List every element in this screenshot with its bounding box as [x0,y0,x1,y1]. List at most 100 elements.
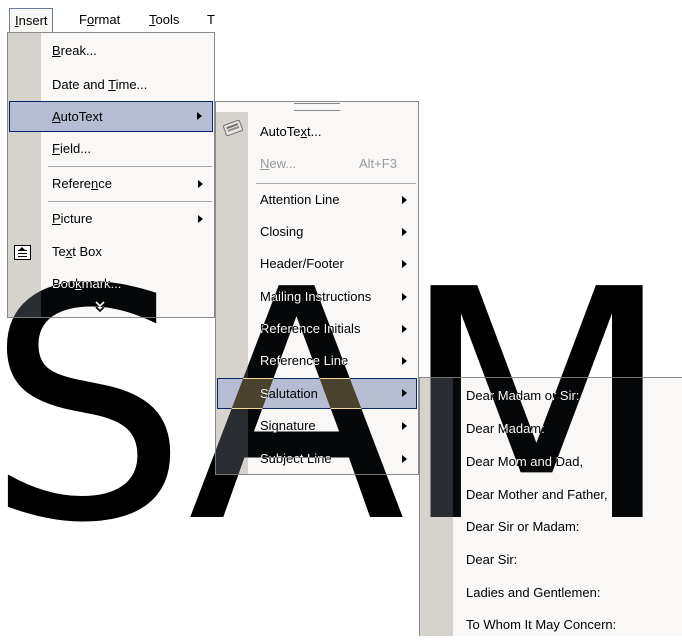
menu-item-label: Dear Mother and Father, [466,487,608,502]
menu-item-label: Dear Madam: [466,421,545,436]
lbl-post: reak... [60,43,97,58]
menu-item-break[interactable]: Break... [8,35,214,67]
menu-item-new-label: New... [260,148,296,180]
menu-tools-post: ools [155,12,180,27]
submenu-arrow-icon [402,293,407,301]
menu-tools[interactable]: Tools [145,9,183,31]
submenu-arrow-icon [402,228,407,236]
lbl-post: utoText [60,109,103,124]
menu-item-label: Subject Line [260,451,332,466]
lbl-pre: Te [52,244,66,259]
lbl-mn: N [260,156,270,171]
menu-item-autotext-dialog-label: AutoText... [260,116,321,148]
lbl-mn: B [52,43,61,58]
menu-table-post: T [207,12,215,27]
menu-item-header-footer[interactable]: Header/Footer [216,248,418,280]
menu-item-subject-line[interactable]: Subject Line [216,443,418,475]
menu-item-reference-initials[interactable]: Reference Initials [216,313,418,345]
lbl-mn: F [52,141,60,156]
lbl-pre: Refere [52,176,92,191]
menu-item-autotext[interactable]: AutoText [9,101,213,132]
lbl-pre: AutoTe [260,124,301,139]
menu-item-new-shortcut: Alt+F3 [359,156,397,171]
menu-item-salutation-entry[interactable]: Dear Madam or Sir: [420,380,682,412]
expand-menu-chevron-icon[interactable] [95,301,105,314]
menu-item-date-time-label: Date and Time... [52,69,147,101]
menu-item-label: Reference Initials [260,321,361,336]
menu-item-salutation-entry[interactable]: Dear Mom and Dad, [420,446,682,478]
menu-item-salutation-entry[interactable]: Dear Madam: [420,413,682,445]
menu-item-signature[interactable]: Signature [216,410,418,442]
menu-item-field[interactable]: Field... [8,133,214,165]
submenu-arrow-icon [402,357,407,365]
menu-item-salutation-entry[interactable]: Dear Mother and Father, [420,479,682,511]
menu-item-attention-line[interactable]: Attention Line [216,184,418,216]
lbl-mn: A [52,109,61,124]
text-box-icon [14,245,31,260]
menu-item-label: Salutation [260,386,318,401]
autotext-icon [222,119,244,137]
submenu-arrow-icon [402,389,407,397]
menu-insert-post: nsert [18,13,48,28]
submenu-arrow-icon [402,455,407,463]
submenu-arrow-icon [198,215,203,223]
menu-item-text-box[interactable]: Text Box [8,236,214,268]
menu-item-label: Dear Madam or Sir: [466,388,580,403]
menu-item-autotext-dialog[interactable]: AutoText... [216,116,418,148]
lbl-post: ce [98,176,112,191]
lbl-post: icture [60,211,93,226]
menu-separator [48,166,212,167]
menu-item-closing[interactable]: Closing [216,216,418,248]
submenu-arrow-icon [402,260,407,268]
menu-item-new[interactable]: New... Alt+F3 [216,148,418,180]
menu-item-bookmark[interactable]: Bookmark... [8,268,214,300]
menu-item-label: Signature [260,418,316,433]
menu-item-label: Mailing Instructions [260,289,372,304]
drag-handle[interactable] [294,103,340,111]
menu-item-picture-label: Picture [52,203,92,235]
menu-item-salutation-entry[interactable]: To Whom It May Concern: [420,609,682,641]
menu-item-reference-line[interactable]: Reference Line [216,345,418,377]
lbl-post: ield... [59,141,92,156]
menu-item-picture[interactable]: Picture [8,203,214,235]
menu-item-salutation[interactable]: Salutation [217,378,417,409]
menu-item-salutation-entry[interactable]: Dear Sir or Madam: [420,511,682,543]
menu-item-reference-label: Reference [52,168,112,200]
menu-item-date-time[interactable]: Date and Time... [8,69,214,101]
menu-item-label: Ladies and Gentlemen: [466,585,601,600]
autotext-submenu: AutoText... New... Alt+F3 Attention Line… [215,101,419,475]
lbl-pre: Date and [52,77,109,92]
menu-item-label: Dear Mom and Dad, [466,454,584,469]
menu-format-pre: F [79,12,87,27]
lbl-pre: Boo [52,276,76,291]
menu-item-reference[interactable]: Reference [8,168,214,200]
menu-item-mailing-instructions[interactable]: Mailing Instructions [216,281,418,313]
menu-item-field-label: Field... [52,133,91,165]
lbl-mn: T [108,77,116,92]
menu-item-label: Attention Line [260,192,340,207]
menu-item-label: To Whom It May Concern: [466,617,617,632]
insert-menu: Break... Date and Time... AutoText Field… [7,32,215,318]
submenu-arrow-icon [402,422,407,430]
submenu-arrow-icon [197,112,202,120]
menu-item-label: Closing [260,224,304,239]
menu-insert[interactable]: Insert [9,8,53,34]
menu-item-label: Reference Line [260,353,349,368]
submenu-arrow-icon [402,196,407,204]
lbl-mn: P [52,211,61,226]
lbl-post: ew... [269,156,297,171]
submenu-arrow-icon [198,180,203,188]
menu-format[interactable]: Format [75,9,124,31]
menu-item-autotext-label: AutoText [52,102,103,131]
menu-item-salutation-entry[interactable]: Dear Sir: [420,544,682,576]
lbl-post: mark... [81,276,122,291]
menu-format-post: rmat [94,12,121,27]
menu-item-text-box-label: Text Box [52,236,102,268]
menu-item-salutation-entry[interactable]: Ladies and Gentlemen: [420,577,682,609]
menu-item-break-label: Break... [52,35,97,67]
lbl-post: t Box [72,244,102,259]
salutation-submenu: Dear Madam or Sir: Dear Madam: Dear Mom … [419,377,682,636]
menu-item-label: Header/Footer [260,256,344,271]
lbl-post: t... [306,124,322,139]
menu-table-partial[interactable]: T [203,9,219,31]
